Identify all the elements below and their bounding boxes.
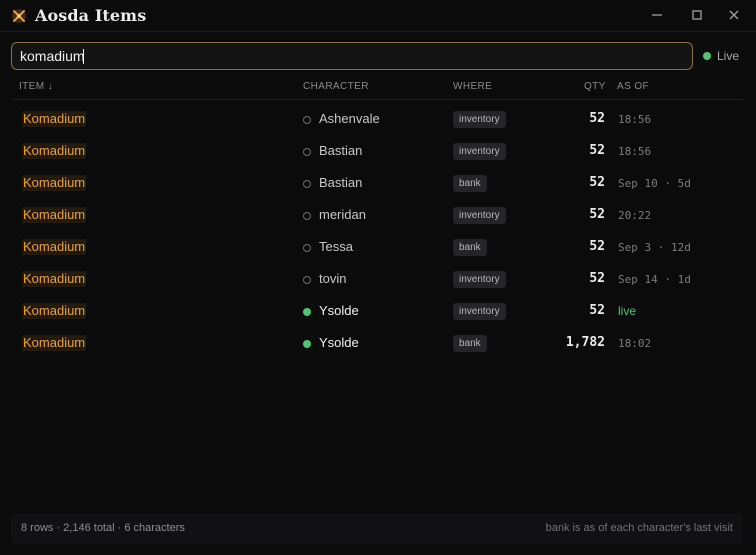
item-name[interactable]: Komadium	[22, 143, 87, 159]
as-of-time: Sep 10 · 5d	[618, 177, 691, 190]
live-status-dot-icon	[703, 52, 711, 60]
close-icon	[729, 10, 739, 20]
as-of-time: 18:56	[618, 145, 652, 158]
footer-note: bank is as of each character's last visi…	[545, 522, 733, 534]
close-button[interactable]	[724, 6, 744, 24]
character-name: Ashenvale	[319, 111, 380, 126]
table-row[interactable]: Komadium Ashenvale inventory 52 18:56	[11, 104, 743, 136]
quantity: 52	[589, 271, 605, 286]
column-header-item[interactable]: ITEM ↓	[19, 81, 53, 92]
column-header-character[interactable]: CHARACTER	[303, 81, 369, 92]
column-header-qty[interactable]: QTY	[584, 81, 606, 92]
offline-status-icon	[303, 244, 311, 252]
character-name: Ysolde	[319, 335, 359, 350]
table-row[interactable]: Komadium tovin inventory 52 Sep 14 · 1d	[11, 264, 743, 296]
footer-summary: 8 rows · 2,146 total · 6 characters	[21, 522, 185, 534]
location-badge: inventory	[453, 271, 506, 288]
online-status-icon	[303, 308, 311, 316]
maximize-button[interactable]	[687, 6, 707, 24]
offline-status-icon	[303, 276, 311, 284]
column-header-as-of[interactable]: AS OF	[617, 81, 649, 92]
status-footer: 8 rows · 2,146 total · 6 characters bank…	[11, 514, 743, 544]
quantity: 52	[589, 175, 605, 190]
live-status-label: Live	[717, 49, 740, 63]
location-badge: bank	[453, 239, 487, 256]
offline-status-icon	[303, 116, 311, 124]
quantity: 52	[589, 303, 605, 318]
location-badge: bank	[453, 335, 487, 352]
character-name: Bastian	[319, 175, 363, 190]
location-badge: inventory	[453, 303, 506, 320]
offline-status-icon	[303, 212, 311, 220]
item-name[interactable]: Komadium	[22, 111, 87, 127]
table-row[interactable]: Komadium Ysolde inventory 52 live	[11, 296, 743, 328]
location-badge: inventory	[453, 111, 506, 128]
table-row[interactable]: Komadium Bastian bank 52 Sep 10 · 5d	[11, 168, 743, 200]
quantity: 52	[589, 143, 605, 158]
quantity: 52	[589, 111, 605, 126]
quantity: 52	[589, 207, 605, 222]
item-name[interactable]: Komadium	[22, 303, 87, 319]
item-name[interactable]: Komadium	[22, 271, 87, 287]
item-name[interactable]: Komadium	[22, 207, 87, 223]
app-title: Aosda Items	[35, 6, 147, 25]
character-name: tovin	[319, 271, 347, 286]
offline-status-icon	[303, 148, 311, 156]
item-name[interactable]: Komadium	[22, 335, 87, 351]
table-row[interactable]: Komadium Tessa bank 52 Sep 3 · 12d	[11, 232, 743, 264]
character-name: Bastian	[319, 143, 363, 158]
character-name: meridan	[319, 207, 366, 222]
as-of-time: 18:02	[618, 337, 652, 350]
item-name[interactable]: Komadium	[22, 175, 87, 191]
as-of-time: Sep 3 · 12d	[618, 241, 691, 254]
maximize-icon	[692, 10, 702, 20]
quantity: 52	[589, 239, 605, 254]
table-row[interactable]: Komadium Bastian inventory 52 18:56	[11, 136, 743, 168]
search-input[interactable]	[20, 43, 680, 69]
table-row[interactable]: Komadium Ysolde bank 1,782 18:02	[11, 328, 743, 360]
title-bar: Aosda Items	[0, 0, 756, 32]
character-name: Ysolde	[319, 303, 359, 318]
header-divider	[11, 99, 743, 100]
character-name: Tessa	[319, 239, 353, 254]
as-of-time: Sep 14 · 1d	[618, 273, 691, 286]
location-badge: bank	[453, 175, 487, 192]
as-of-time: 20:22	[618, 209, 652, 222]
minimize-icon	[652, 14, 662, 16]
location-badge: inventory	[453, 143, 506, 160]
search-box[interactable]	[11, 42, 693, 70]
column-header-where[interactable]: WHERE	[453, 81, 492, 92]
text-caret	[83, 49, 84, 64]
item-name[interactable]: Komadium	[22, 239, 87, 255]
location-badge: inventory	[453, 207, 506, 224]
as-of-time: 18:56	[618, 113, 652, 126]
quantity: 1,782	[565, 335, 605, 350]
table-row[interactable]: Komadium meridan inventory 52 20:22	[11, 200, 743, 232]
app-logo-icon	[12, 9, 26, 23]
offline-status-icon	[303, 180, 311, 188]
online-status-icon	[303, 340, 311, 348]
as-of-time: live	[618, 304, 637, 318]
minimize-button[interactable]	[647, 6, 667, 24]
